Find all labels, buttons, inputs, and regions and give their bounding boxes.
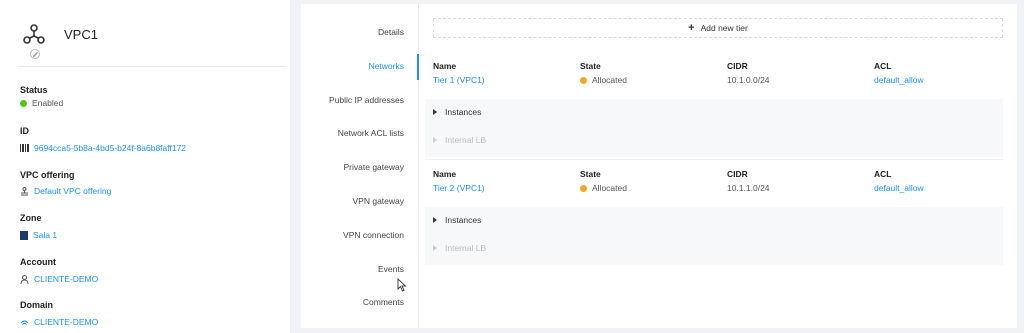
account-label: Account (20, 257, 56, 267)
instances-expander[interactable]: Instances (433, 215, 481, 225)
allocated-dot-icon (580, 184, 587, 192)
tier-acl-col: ACL default_allow (874, 61, 924, 85)
tier-state: Allocated (580, 75, 627, 85)
domain-value: CLIENTE-DEMO (20, 317, 98, 327)
id-value: 9694cca5-5b8a-4bd5-b24f-8a6b8faff172 (20, 143, 186, 153)
tier-acl-link[interactable]: default_allow (874, 75, 924, 85)
add-new-tier-label: Add new tier (700, 23, 748, 33)
tier-state-text: Allocated (592, 75, 627, 85)
caret-right-icon (433, 109, 437, 115)
tab-networks[interactable]: Networks (369, 61, 404, 71)
status-label: Status (20, 85, 48, 95)
tab-public-ip-addresses[interactable]: Public IP addresses (329, 95, 404, 105)
plus-icon: + (688, 22, 695, 34)
allocated-dot-icon (580, 76, 587, 84)
zone-label: Zone (20, 213, 42, 223)
edit-tags-icon[interactable] (30, 49, 40, 59)
tier-divider (425, 159, 1003, 160)
instances-expander[interactable]: Instances (433, 107, 481, 117)
tier-subsections: Instances Internal LB (425, 207, 1003, 265)
tab-private-gateway[interactable]: Private gateway (344, 162, 404, 172)
vpc-tabs-panel: Details Networks Public IP addresses Net… (301, 4, 1017, 328)
caret-right-icon (433, 217, 437, 223)
account-link[interactable]: CLIENTE-DEMO (34, 274, 98, 284)
id-label: ID (20, 126, 29, 136)
instances-label: Instances (445, 215, 482, 225)
domain-link[interactable]: CLIENTE-DEMO (34, 317, 98, 327)
zone-flag-icon (20, 230, 28, 240)
caret-right-icon (433, 245, 437, 251)
caret-right-icon (433, 137, 437, 143)
vpc-offering-label: VPC offering (20, 170, 75, 180)
active-tab-indicator (417, 54, 419, 80)
tier-name-col: Name Tier 1 (VPC1) (433, 61, 485, 85)
tier-name-col: Name Tier 2 (VPC1) (433, 169, 485, 193)
vpc-offering-link[interactable]: Default VPC offering (34, 186, 111, 196)
zone-link[interactable]: Sala 1 (33, 230, 57, 240)
tab-details[interactable]: Details (378, 27, 404, 37)
state-column-header: State (580, 169, 601, 179)
tier-state-col: State Allocated (580, 61, 627, 85)
tab-vpn-gateway[interactable]: VPN gateway (353, 196, 405, 206)
tier-state-text: Allocated (592, 183, 627, 193)
tier-acl-link[interactable]: default_allow (874, 183, 924, 193)
state-column-header: State (580, 61, 601, 71)
domain-icon (20, 320, 29, 325)
tier-header: Name Tier 1 (VPC1) State Allocated CIDR … (425, 61, 1003, 95)
cidr-column-header: CIDR (727, 61, 748, 71)
tier-state: Allocated (580, 183, 627, 193)
domain-label: Domain (20, 300, 54, 310)
vpc-title: VPC1 (64, 27, 98, 42)
tier-cidr-col: CIDR 10.1.0.0/24 (727, 61, 770, 85)
vpc-offering-value: Default VPC offering (20, 186, 111, 196)
tab-vpn-connection[interactable]: VPN connection (343, 230, 404, 240)
status-dot-icon (20, 99, 27, 107)
tier-subsections: Instances Internal LB (425, 99, 1003, 157)
account-value: CLIENTE-DEMO (20, 274, 98, 284)
name-column-header: Name (433, 169, 457, 179)
internal-lb-label: Internal LB (445, 135, 487, 145)
tier-cidr: 10.1.1.0/24 (727, 183, 770, 193)
internal-lb-label: Internal LB (445, 243, 487, 253)
instances-label: Instances (445, 107, 482, 117)
barcode-icon (20, 144, 29, 152)
tab-network-acl-lists[interactable]: Network ACL lists (338, 128, 404, 138)
status-value: Enabled (20, 98, 63, 108)
tier-cidr-col: CIDR 10.1.1.0/24 (727, 169, 770, 193)
vpc-network-icon (23, 24, 45, 44)
acl-column-header: ACL (874, 169, 892, 179)
tier-acl-col: ACL default_allow (874, 169, 924, 193)
tier-header: Name Tier 2 (VPC1) State Allocated CIDR … (425, 169, 1003, 203)
status-text: Enabled (32, 98, 64, 108)
tab-comments[interactable]: Comments (363, 297, 404, 307)
tier-name-link[interactable]: Tier 1 (VPC1) (433, 75, 485, 85)
zone-value: Sala 1 (20, 230, 57, 240)
acl-column-header: ACL (874, 61, 892, 71)
internal-lb-expander: Internal LB (433, 243, 486, 253)
name-column-header: Name (433, 61, 457, 71)
add-new-tier-button[interactable]: + Add new tier (433, 18, 1003, 38)
divider (18, 66, 286, 67)
vpc-info-panel: VPC1 Status Enabled ID 9694cca5-5b8a-4bd… (0, 0, 290, 333)
id-text[interactable]: 9694cca5-5b8a-4bd5-b24f-8a6b8faff172 (34, 143, 186, 153)
tier-cidr: 10.1.0.0/24 (727, 75, 770, 85)
cidr-column-header: CIDR (727, 169, 748, 179)
tier-state-col: State Allocated (580, 169, 627, 193)
offering-icon (21, 186, 28, 195)
tier-name-link[interactable]: Tier 2 (VPC1) (433, 183, 485, 193)
mouse-cursor-icon (397, 278, 407, 292)
user-icon (20, 274, 29, 284)
tab-events[interactable]: Events (378, 264, 404, 274)
internal-lb-expander: Internal LB (433, 135, 486, 145)
